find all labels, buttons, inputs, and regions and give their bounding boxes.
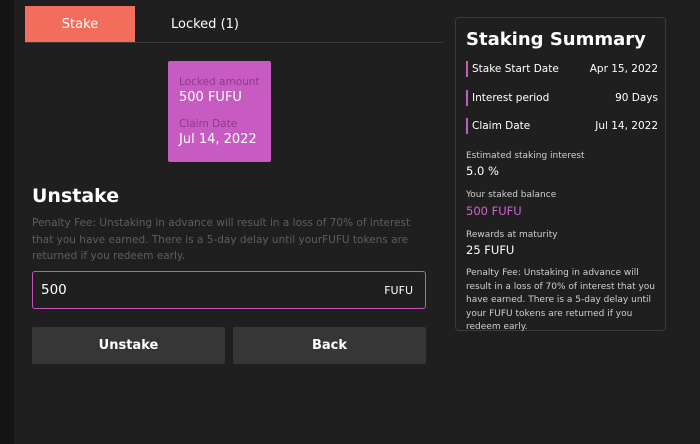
summary-row-label: Stake Start Date (466, 61, 559, 77)
summary-title: Staking Summary (466, 29, 646, 50)
unstake-title: Unstake (32, 185, 120, 207)
locked-amount-value: 500 FUFU (179, 90, 242, 105)
unstake-amount-input[interactable] (41, 282, 385, 298)
locked-amount-card: Locked amount 500 FUFU Claim Date Jul 14… (168, 61, 271, 162)
rewards-maturity-value: 25 FUFU (466, 243, 515, 257)
summary-row-value: Jul 14, 2022 (595, 120, 658, 132)
summary-row-label: Claim Date (466, 118, 530, 134)
summary-penalty-text: Penalty Fee: Unstaking in advance will r… (466, 268, 656, 332)
penalty-fee-text: Penalty Fee: Unstaking in advance will r… (32, 217, 411, 262)
rewards-maturity-label: Rewards at maturity (466, 230, 558, 240)
estimated-interest-label: Estimated staking interest (466, 151, 585, 161)
claim-date-value: Jul 14, 2022 (179, 132, 257, 147)
stake-tabs: Stake Locked (1) (25, 6, 443, 43)
summary-row-label: Interest period (466, 90, 549, 106)
left-edge-strip (0, 0, 14, 444)
estimated-interest-value: 5.0 % (466, 164, 499, 178)
staking-summary-panel: Staking Summary Stake Start Date Apr 15,… (455, 17, 666, 332)
amount-unit-label: FUFU (384, 283, 413, 297)
summary-row-claim-date: Claim Date Jul 14, 2022 (466, 118, 658, 134)
summary-row-start-date: Stake Start Date Apr 15, 2022 (466, 61, 658, 77)
claim-date-label: Claim Date (179, 118, 238, 130)
summary-row-interest-period: Interest period 90 Days (466, 90, 658, 106)
unstake-button[interactable]: Unstake (32, 327, 225, 364)
locked-amount-label: Locked amount (179, 76, 260, 88)
summary-row-value: 90 Days (615, 92, 658, 104)
summary-row-value: Apr 15, 2022 (589, 63, 658, 75)
staked-balance-value: 500 FUFU (466, 204, 522, 218)
tab-locked[interactable]: Locked (1) (135, 6, 275, 42)
staked-balance-label: Your staked balance (466, 190, 557, 200)
back-button[interactable]: Back (233, 327, 426, 364)
unstake-amount-field[interactable]: FUFU (32, 271, 426, 309)
tab-stake[interactable]: Stake (25, 6, 135, 42)
